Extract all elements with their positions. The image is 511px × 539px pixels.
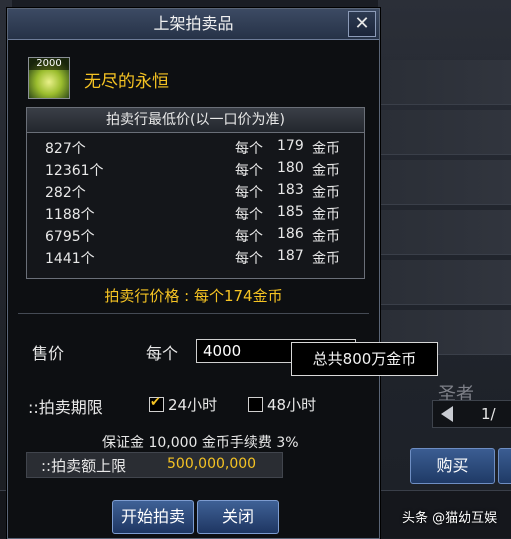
prev-page-icon[interactable] bbox=[441, 406, 453, 422]
deposit-fee-text: 保证金 10,000 金币手续费 3% bbox=[102, 435, 299, 451]
price-row: 1188个 每个 185 金币 bbox=[27, 202, 364, 224]
duration-24h-label[interactable]: 24小时 bbox=[168, 394, 217, 415]
divider bbox=[18, 313, 369, 314]
sell-price-label: 售价 bbox=[32, 344, 65, 363]
background-pager[interactable]: 1/ bbox=[432, 400, 511, 428]
price-row-qty: 1441个 bbox=[45, 251, 95, 267]
price-row-unit: 金币 bbox=[312, 207, 340, 223]
price-row: 12361个 每个 180 金币 bbox=[27, 158, 364, 180]
price-row-each: 每个 bbox=[235, 185, 263, 201]
auction-limit-value: 500,000,000 bbox=[167, 456, 257, 472]
duration-label: ::拍卖期限 bbox=[28, 398, 103, 417]
item-name: 无尽的永恒 bbox=[84, 72, 169, 92]
auction-limit-label: ::拍卖额上限 bbox=[41, 457, 127, 475]
price-row-qty: 12361个 bbox=[45, 163, 104, 179]
price-row-unit: 金币 bbox=[312, 229, 340, 245]
close-icon[interactable]: ✕ bbox=[348, 11, 376, 37]
price-row-price: 183 bbox=[277, 182, 304, 198]
buy-button[interactable]: 购买 bbox=[410, 448, 495, 484]
duration-24h-checkbox[interactable] bbox=[149, 395, 164, 412]
duration-48h-label[interactable]: 48小时 bbox=[267, 394, 316, 415]
auction-listing-dialog: 上架拍卖品 ✕ 2000 无尽的永恒 拍卖行最低价(以一口价为准) 827个 每… bbox=[7, 8, 438, 539]
price-row-unit: 金币 bbox=[312, 185, 340, 201]
total-price-tooltip: 总共800万金币 bbox=[291, 342, 438, 376]
watermark: 头条 @猫幼互娱 bbox=[402, 511, 498, 526]
dialog-title: 上架拍卖品 bbox=[153, 14, 234, 33]
price-row-price: 187 bbox=[277, 248, 304, 264]
auction-limit-row: ::拍卖额上限 500,000,000 bbox=[26, 452, 283, 478]
price-row-each: 每个 bbox=[235, 229, 263, 245]
background-button-partial[interactable] bbox=[498, 448, 511, 484]
page-number: 1/ bbox=[481, 405, 496, 423]
price-row: 6795个 每个 186 金币 bbox=[27, 224, 364, 246]
lowest-price-panel: 拍卖行最低价(以一口价为准) 827个 每个 179 金币 12361个 每个 … bbox=[26, 107, 365, 279]
price-row: 827个 每个 179 金币 bbox=[27, 136, 364, 158]
price-row-each: 每个 bbox=[235, 141, 263, 157]
price-row-each: 每个 bbox=[235, 251, 263, 267]
price-row-each: 每个 bbox=[235, 163, 263, 179]
close-button[interactable]: 关闭 bbox=[197, 500, 279, 534]
lowest-price-header: 拍卖行最低价(以一口价为准) bbox=[27, 108, 364, 133]
price-row-qty: 6795个 bbox=[45, 229, 95, 245]
price-row-unit: 金币 bbox=[312, 163, 340, 179]
price-row-price: 179 bbox=[277, 138, 304, 154]
price-row-price: 185 bbox=[277, 204, 304, 220]
reference-price: 拍卖行价格 : 每个174金币 bbox=[104, 287, 283, 305]
each-label: 每个 bbox=[146, 344, 179, 363]
dialog-titlebar: 上架拍卖品 ✕ bbox=[8, 9, 379, 40]
duration-48h-checkbox[interactable] bbox=[248, 397, 263, 412]
price-row-price: 180 bbox=[277, 160, 304, 176]
item-icon[interactable]: 2000 bbox=[28, 57, 70, 99]
price-row-price: 186 bbox=[277, 226, 304, 242]
price-row: 1441个 每个 187 金币 bbox=[27, 246, 364, 268]
price-row-unit: 金币 bbox=[312, 251, 340, 267]
price-row-unit: 金币 bbox=[312, 141, 340, 157]
price-row: 282个 每个 183 金币 bbox=[27, 180, 364, 202]
start-auction-button[interactable]: 开始拍卖 bbox=[112, 500, 194, 534]
price-row-qty: 1188个 bbox=[45, 207, 95, 223]
price-row-qty: 282个 bbox=[45, 185, 86, 201]
price-row-qty: 827个 bbox=[45, 141, 86, 157]
item-icon-count: 2000 bbox=[29, 58, 69, 70]
price-row-each: 每个 bbox=[235, 207, 263, 223]
